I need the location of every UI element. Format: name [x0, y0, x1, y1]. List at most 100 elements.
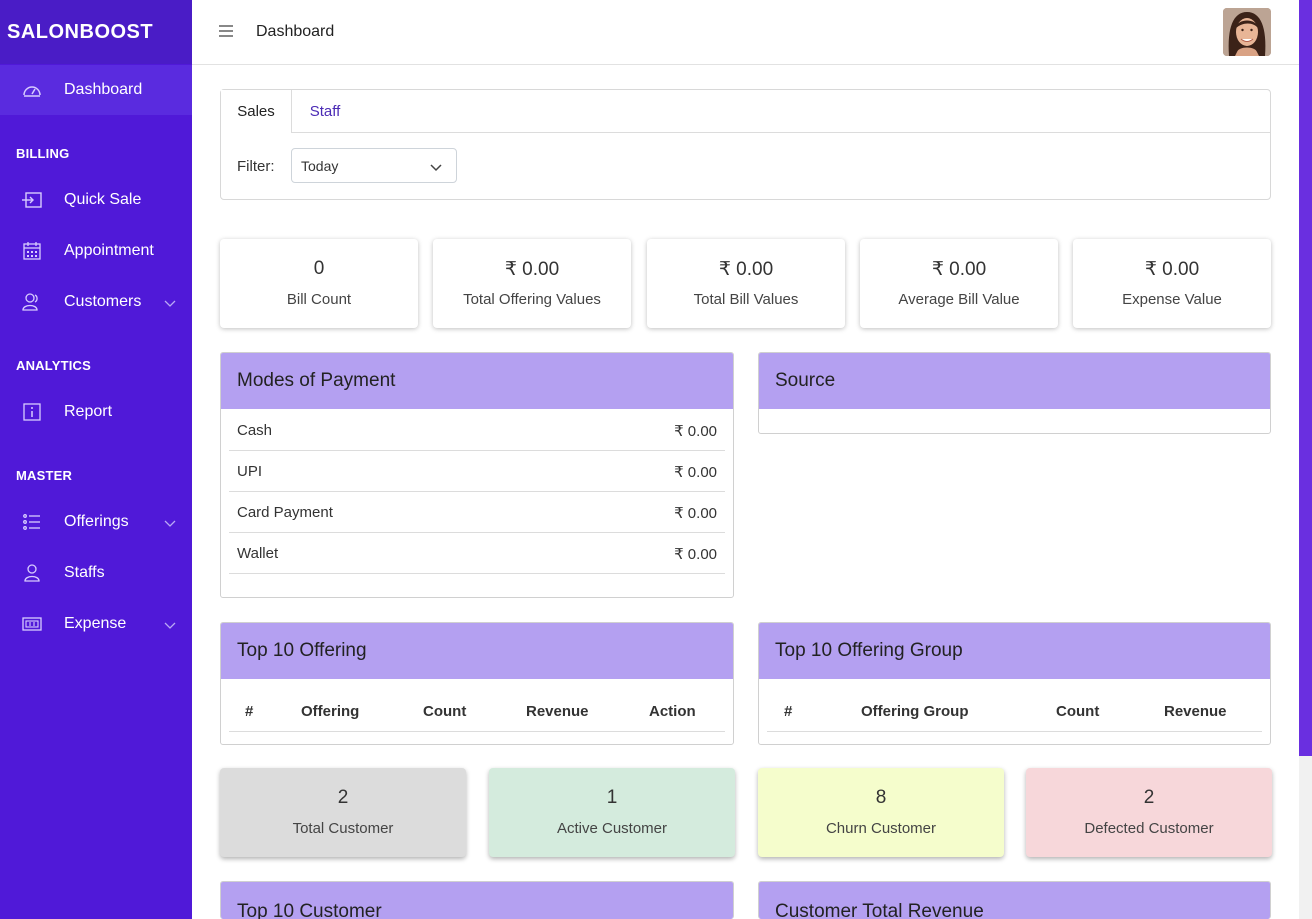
payment-amount: ₹ 0.00	[674, 546, 717, 563]
page-title: Dashboard	[256, 23, 335, 40]
section-billing: BILLING	[16, 146, 70, 161]
customer-total-revenue-panel: Customer Total Revenue	[758, 881, 1271, 919]
customer-card-active: 1 Active Customer	[489, 768, 735, 857]
stat-label: Total Offering Values	[463, 291, 601, 308]
filter-select[interactable]: Today	[291, 148, 457, 183]
column-header: Revenue	[1164, 703, 1227, 720]
sidebar-item-quick-sale[interactable]: Quick Sale	[0, 175, 192, 225]
payment-amount: ₹ 0.00	[674, 464, 717, 481]
sidebar-item-label: Offerings	[64, 513, 129, 530]
column-header: Action	[649, 703, 696, 720]
scrollbar-thumb[interactable]	[1299, 0, 1312, 756]
column-header: #	[784, 703, 793, 720]
column-header: Offering	[301, 703, 360, 720]
panel-title: Top 10 Offering Group	[759, 623, 1270, 679]
stat-value: 0	[313, 258, 325, 279]
sidebar-item-report[interactable]: Report	[0, 387, 192, 437]
tabs-card: Sales Staff Filter: Today	[220, 89, 1271, 200]
top-offering-panel: Top 10 Offering # Offering Count Revenue…	[220, 622, 734, 745]
brand-logo[interactable]: SALONBOOST	[0, 0, 192, 64]
payment-row: Wallet ₹ 0.00	[229, 533, 725, 574]
stat-value: ₹ 0.00	[504, 259, 560, 280]
stat-label: Average Bill Value	[898, 291, 1020, 308]
panel-title: Modes of Payment	[221, 353, 733, 409]
chevron-down-icon	[164, 295, 176, 313]
customer-count: 2	[1143, 787, 1155, 808]
sidebar-item-label: Dashboard	[64, 81, 143, 98]
tab-sales[interactable]: Sales	[221, 90, 292, 133]
top-offering-group-panel: Top 10 Offering Group # Offering Group C…	[758, 622, 1271, 745]
section-analytics: ANALYTICS	[16, 358, 91, 373]
source-panel: Source	[758, 352, 1271, 434]
column-header: Count	[423, 703, 467, 720]
login-icon	[22, 190, 42, 210]
sidebar-item-offerings[interactable]: Offerings	[0, 497, 192, 547]
customer-label: Active Customer	[556, 820, 668, 837]
customer-label: Churn Customer	[825, 820, 937, 837]
payment-row: Card Payment ₹ 0.00	[229, 492, 725, 533]
panel-title: Top 10 Customer	[221, 882, 733, 919]
topbar: Dashboard	[192, 0, 1299, 65]
info-square-icon	[22, 402, 42, 422]
stat-card-average-bill-value: ₹ 0.00 Average Bill Value	[860, 239, 1058, 328]
panel-title: Source	[759, 353, 1270, 409]
speedometer-icon	[22, 80, 42, 100]
chevron-down-icon	[164, 617, 176, 635]
stat-label: Total Bill Values	[693, 291, 799, 308]
stat-card-total-bill-values: ₹ 0.00 Total Bill Values	[647, 239, 845, 328]
stat-label: Bill Count	[286, 291, 352, 308]
tab-staff[interactable]: Staff	[293, 90, 357, 133]
hamburger-menu-icon[interactable]	[218, 24, 234, 43]
modes-of-payment-panel: Modes of Payment Cash ₹ 0.00 UPI ₹ 0.00 …	[220, 352, 734, 598]
customer-label: Defected Customer	[1084, 820, 1214, 837]
payment-mode: Cash	[237, 422, 273, 439]
panel-title: Customer Total Revenue	[759, 882, 1270, 919]
user-icon	[22, 563, 42, 583]
customer-count: 8	[875, 787, 887, 808]
section-master: MASTER	[16, 468, 73, 483]
sidebar-item-label: Quick Sale	[64, 191, 142, 208]
sidebar-item-staffs[interactable]: Staffs	[0, 548, 192, 598]
column-header: Offering Group	[861, 703, 969, 720]
avatar[interactable]	[1223, 8, 1271, 56]
table-header: # Offering Count Revenue Action	[229, 683, 725, 732]
sidebar: SALONBOOST Dashboard BILLING Quick Sale …	[0, 0, 192, 919]
customer-card-total: 2 Total Customer	[220, 768, 466, 857]
column-header: Count	[1056, 703, 1100, 720]
top-customer-panel: Top 10 Customer	[220, 881, 734, 919]
users-icon	[22, 292, 42, 312]
customer-label: Total Customer	[292, 820, 394, 837]
payment-mode: UPI	[237, 463, 263, 480]
sidebar-item-appointment[interactable]: Appointment	[0, 226, 192, 276]
sidebar-item-label: Appointment	[64, 242, 154, 259]
stat-value: ₹ 0.00	[931, 259, 987, 280]
stat-card-expense-value: ₹ 0.00 Expense Value	[1073, 239, 1271, 328]
cash-icon	[22, 614, 42, 634]
sidebar-item-label: Customers	[64, 293, 142, 310]
payment-row: UPI ₹ 0.00	[229, 451, 725, 492]
payment-mode: Wallet	[237, 545, 279, 562]
panel-title: Top 10 Offering	[221, 623, 733, 679]
column-header: Revenue	[526, 703, 589, 720]
payment-row: Cash ₹ 0.00	[229, 410, 725, 451]
payment-amount: ₹ 0.00	[674, 423, 717, 440]
sidebar-item-dashboard[interactable]: Dashboard	[0, 65, 192, 115]
sidebar-item-customers[interactable]: Customers	[0, 277, 192, 327]
customer-card-defected: 2 Defected Customer	[1026, 768, 1272, 857]
stat-value: ₹ 0.00	[718, 259, 774, 280]
customer-count: 1	[606, 787, 618, 808]
stat-card-bill-count: 0 Bill Count	[220, 239, 418, 328]
list-icon	[22, 512, 42, 532]
stat-label: Expense Value	[1122, 291, 1222, 308]
filter-selected-value: Today	[301, 157, 339, 174]
column-header: #	[245, 703, 254, 720]
sidebar-item-label: Staffs	[64, 564, 105, 581]
calendar-icon	[22, 241, 42, 261]
payment-amount: ₹ 0.00	[674, 505, 717, 522]
sidebar-item-expense[interactable]: Expense	[0, 599, 192, 649]
chevron-down-icon	[430, 159, 442, 175]
stat-value: ₹ 0.00	[1144, 259, 1200, 280]
payment-mode: Card Payment	[237, 504, 333, 521]
tab-bar: Sales Staff	[221, 90, 1270, 133]
sidebar-item-label: Expense	[64, 615, 127, 632]
